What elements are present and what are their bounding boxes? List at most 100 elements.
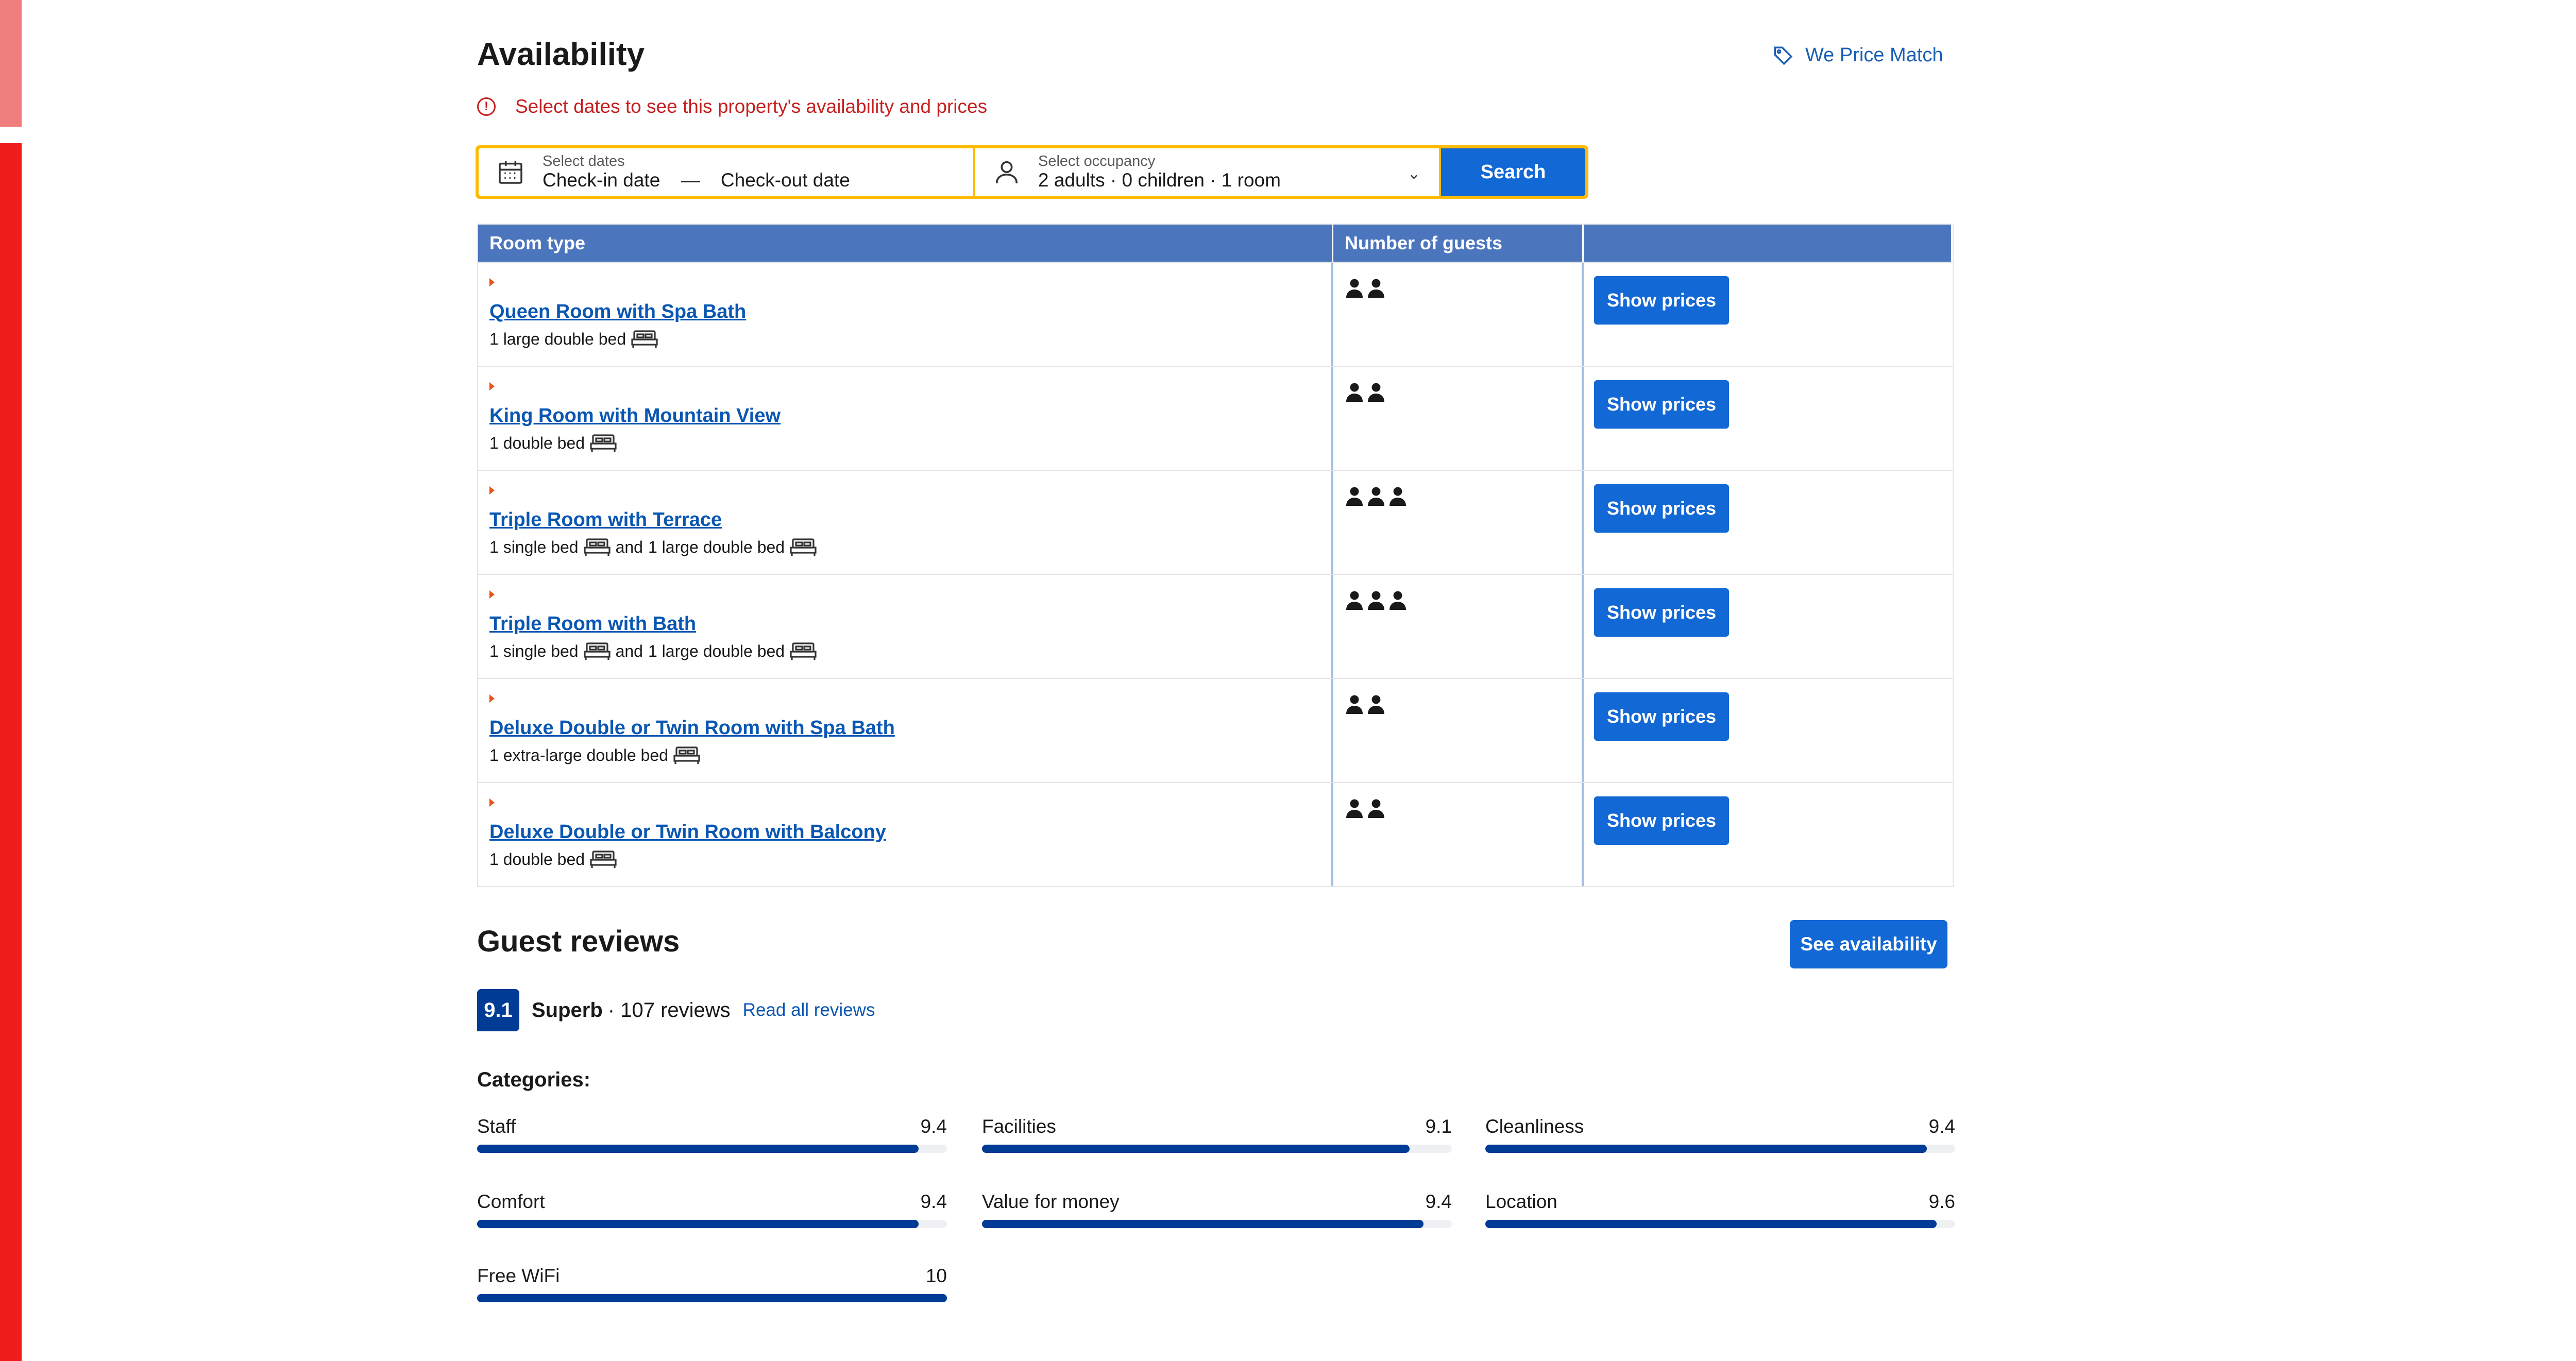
room-type-cell: Triple Room with Terrace 1 single bed and 1… <box>478 471 1333 574</box>
category-bar <box>982 1220 1452 1228</box>
review-category: Facilities 9.1 <box>982 1116 1452 1153</box>
category-bar <box>477 1145 947 1153</box>
category-bar-fill <box>477 1145 919 1153</box>
table-row: Deluxe Double or Twin Room with Balcony 1… <box>478 782 1953 886</box>
bed-description: 1 large double bed <box>648 538 785 556</box>
room-name-link[interactable]: King Room with Mountain View <box>489 405 781 427</box>
category-bar <box>1485 1145 1955 1153</box>
guest-icon <box>1389 487 1406 506</box>
category-name: Facilities <box>982 1116 1056 1137</box>
review-category: Cleanliness 9.4 <box>1485 1116 1955 1153</box>
actions-cell: Show prices <box>1584 471 1953 574</box>
bed-icon <box>790 642 817 660</box>
guest-icon <box>1389 591 1406 610</box>
room-type-cell: Queen Room with Spa Bath 1 large double b… <box>478 263 1333 366</box>
room-name-link[interactable]: Triple Room with Terrace <box>489 509 722 531</box>
category-bar <box>477 1220 947 1228</box>
category-score: 9.4 <box>920 1191 947 1212</box>
availability-title: Availability <box>477 37 645 72</box>
score-word: Superb <box>532 998 603 1022</box>
room-marker-icon <box>489 590 495 599</box>
date-separator: — <box>681 169 700 191</box>
guest-icon <box>1346 591 1363 610</box>
bed-icon <box>583 538 611 556</box>
category-score: 9.4 <box>1425 1191 1452 1212</box>
table-row: Deluxe Double or Twin Room with Spa Bath… <box>478 678 1953 782</box>
actions-cell: Show prices <box>1584 783 1953 886</box>
guest-icon <box>1346 487 1363 506</box>
guest-icons <box>1346 590 1406 611</box>
show-prices-button[interactable]: Show prices <box>1594 380 1729 429</box>
see-availability-button[interactable]: See availability <box>1790 920 1947 968</box>
bed-description: 1 double bed <box>489 434 585 452</box>
score-badge: 9.1 <box>477 989 519 1031</box>
dates-label: Select dates <box>543 153 625 169</box>
room-marker-icon <box>489 382 495 390</box>
header-actions <box>1584 225 1953 262</box>
date-picker[interactable]: Select dates Check-in date — Check-out d… <box>479 148 973 196</box>
occupancy-picker[interactable]: Select occupancy 2 adults · 0 children ·… <box>975 148 1439 196</box>
show-prices-button[interactable]: Show prices <box>1594 484 1729 533</box>
bed-description: 1 single bed <box>489 538 579 556</box>
show-prices-button[interactable]: Show prices <box>1594 796 1729 845</box>
category-name: Staff <box>477 1116 516 1137</box>
actions-cell: Show prices <box>1584 367 1953 470</box>
room-type-cell: King Room with Mountain View 1 double bed <box>478 367 1333 470</box>
bed-icon <box>590 434 617 452</box>
room-type-cell: Triple Room with Bath 1 single bed and 1 la… <box>478 575 1333 678</box>
category-score: 9.4 <box>920 1116 947 1137</box>
room-name-link[interactable]: Triple Room with Bath <box>489 613 696 635</box>
room-marker-icon <box>489 278 495 286</box>
table-body: Queen Room with Spa Bath 1 large double b… <box>478 262 1953 886</box>
bed-description: 1 large double bed <box>648 642 785 660</box>
checkout-date[interactable]: Check-out date <box>721 169 850 191</box>
guest-icon <box>1368 383 1384 402</box>
left-edge-bar <box>0 143 22 1361</box>
bed-description: 1 double bed <box>489 850 585 869</box>
search-button[interactable]: Search <box>1441 148 1585 196</box>
read-all-reviews-link[interactable]: Read all reviews <box>743 1000 875 1020</box>
guest-icon <box>1346 383 1363 402</box>
chevron-down-icon[interactable]: ⌄ <box>1408 165 1420 183</box>
category-name: Location <box>1485 1191 1557 1212</box>
checkin-date[interactable]: Check-in date <box>543 169 660 191</box>
occupancy-value: 2 adults · 0 children · 1 room <box>1038 169 1281 191</box>
bed-info: 1 extra-large double bed <box>489 746 700 765</box>
price-match-label: We Price Match <box>1805 44 1943 66</box>
bed-separator: and <box>615 538 643 556</box>
table-row: Triple Room with Bath 1 single bed and 1 la… <box>478 574 1953 678</box>
room-name-link[interactable]: Queen Room with Spa Bath <box>489 301 746 323</box>
category-score: 9.6 <box>1928 1191 1955 1212</box>
category-bar <box>477 1294 947 1302</box>
room-marker-icon <box>489 694 495 703</box>
search-bar: Select dates Check-in date — Check-out d… <box>476 145 1588 199</box>
room-marker-icon <box>489 798 495 807</box>
category-bar <box>1485 1220 1955 1228</box>
show-prices-button[interactable]: Show prices <box>1594 276 1729 325</box>
room-type-cell: Deluxe Double or Twin Room with Spa Bath… <box>478 679 1333 782</box>
header-guests: Number of guests <box>1333 225 1584 262</box>
room-name-link[interactable]: Deluxe Double or Twin Room with Spa Bath <box>489 717 895 739</box>
guest-icons <box>1346 278 1385 299</box>
bed-icon <box>631 330 658 348</box>
show-prices-button[interactable]: Show prices <box>1594 588 1729 637</box>
category-bar-fill <box>477 1220 919 1228</box>
guest-icon <box>1368 591 1384 610</box>
category-bar-fill <box>1485 1145 1927 1153</box>
guest-reviews-title: Guest reviews <box>477 925 680 958</box>
table-row: Queen Room with Spa Bath 1 large double b… <box>478 262 1953 366</box>
price-match-link[interactable]: We Price Match <box>1772 44 1943 66</box>
category-score: 9.1 <box>1425 1116 1452 1137</box>
show-prices-button[interactable]: Show prices <box>1594 692 1729 741</box>
guest-icons <box>1346 486 1406 507</box>
left-edge-bar-top <box>0 0 22 127</box>
actions-cell: Show prices <box>1584 575 1953 678</box>
bed-info: 1 single bed and 1 large double bed <box>489 642 817 661</box>
room-name-link[interactable]: Deluxe Double or Twin Room with Balcony <box>489 821 886 843</box>
room-marker-icon <box>489 486 495 495</box>
bed-info: 1 double bed <box>489 850 617 869</box>
guest-icons <box>1346 694 1385 715</box>
bed-description: 1 single bed <box>489 642 579 660</box>
bed-info: 1 double bed <box>489 434 617 453</box>
table-row: King Room with Mountain View 1 double bed… <box>478 366 1953 470</box>
